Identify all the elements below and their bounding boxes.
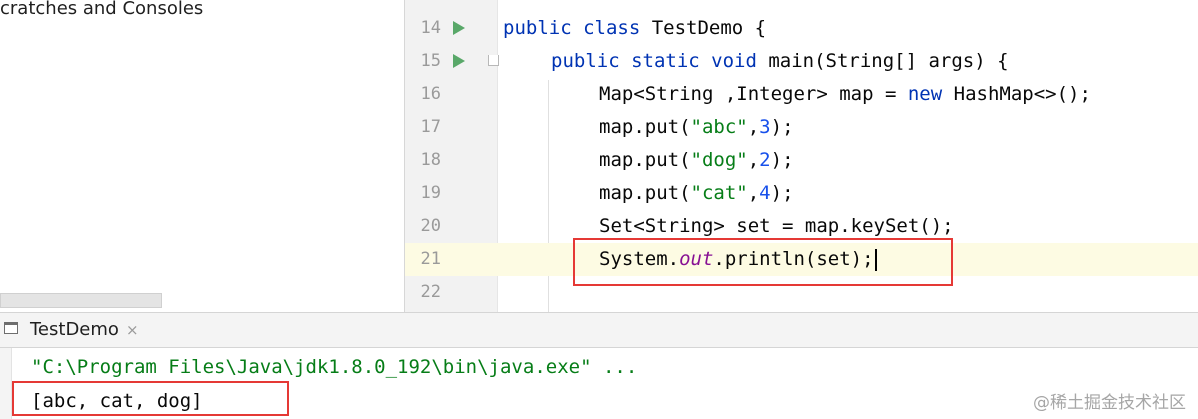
line-number: 22 (420, 282, 441, 302)
close-icon[interactable]: × (126, 321, 139, 339)
line-number: 21 (405, 243, 441, 276)
tab-testdemo[interactable]: TestDemo (30, 319, 119, 340)
line-number: 19 (420, 183, 441, 203)
code-line-17[interactable]: 17 map.put("abc",3); (405, 111, 1198, 144)
console-tab-icon (4, 322, 18, 334)
annotation-highlight-box (573, 238, 953, 286)
line-number: 17 (420, 117, 441, 137)
run-gutter-icon[interactable] (453, 54, 465, 68)
line-number: 20 (420, 216, 441, 236)
watermark: @稀土掘金技术社区 (1033, 393, 1186, 413)
project-tree-item-scratches[interactable]: cratches and Consoles (0, 0, 203, 19)
code-text: map.put("cat",4); (599, 182, 794, 204)
console-command-line: "C:\Program Files\Java\jdk1.8.0_192\bin\… (31, 356, 638, 378)
code-text: map.put("abc",3); (599, 116, 794, 138)
code-text: map.put("dog",2); (599, 149, 794, 171)
code-line-15[interactable]: 15 public static void main(String[] args… (405, 45, 1198, 78)
run-gutter-icon[interactable] (453, 21, 465, 35)
code-text: public static void main(String[] args) { (551, 50, 1009, 72)
fold-icon[interactable] (488, 55, 499, 66)
line-number: 15 (420, 51, 441, 71)
code-text: public class TestDemo { (503, 17, 767, 39)
code-text: Map<String ,Integer> map = new HashMap<>… (599, 83, 1091, 105)
line-number: 16 (420, 84, 441, 104)
code-line-18[interactable]: 18 map.put("dog",2); (405, 144, 1198, 177)
code-line-14[interactable]: 14 public class TestDemo { (405, 12, 1198, 45)
run-tab-bar: TestDemo × (0, 312, 1198, 348)
code-line-19[interactable]: 19 map.put("cat",4); (405, 177, 1198, 210)
project-panel: cratches and Consoles (0, 0, 404, 312)
run-console[interactable]: "C:\Program Files\Java\jdk1.8.0_192\bin\… (0, 348, 1198, 419)
output-highlight-box (12, 381, 289, 416)
horizontal-scrollbar[interactable] (0, 293, 162, 308)
line-number: 18 (420, 150, 441, 170)
line-number: 14 (420, 18, 441, 38)
code-editor[interactable]: 14 public class TestDemo { 15 public sta… (404, 0, 1198, 312)
console-gutter (0, 348, 12, 419)
code-line-16[interactable]: 16 Map<String ,Integer> map = new HashMa… (405, 78, 1198, 111)
